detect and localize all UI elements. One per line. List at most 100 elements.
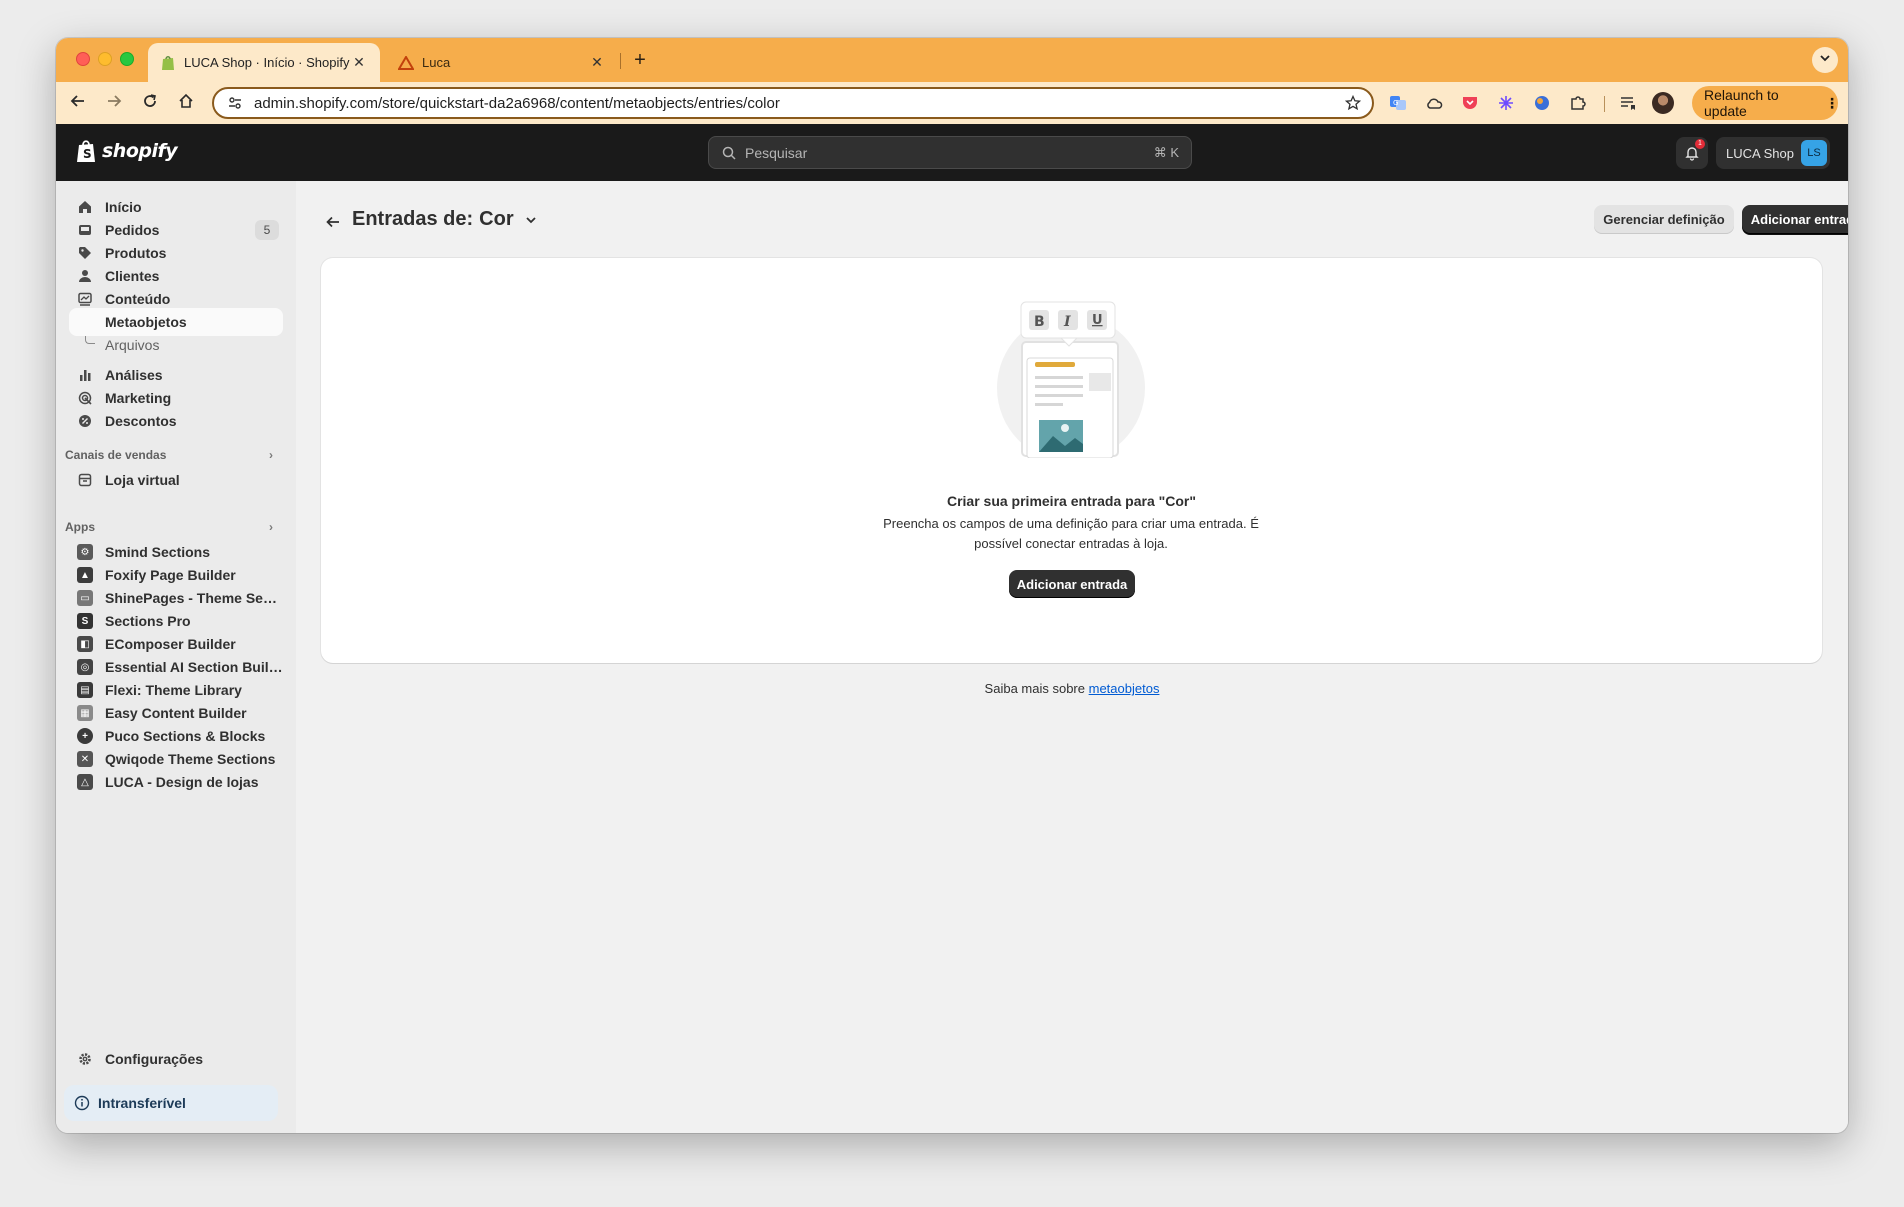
search-shortcut: ⌘ K <box>1153 144 1179 160</box>
shinepages-app-icon-tile: ▭ <box>77 590 93 606</box>
underline-icon: U <box>1092 313 1103 328</box>
sidebar-item-label: Configurações <box>105 1051 204 1067</box>
tab-shopify[interactable]: LUCA Shop · Início · Shopify ✕ <box>148 43 380 82</box>
new-tab-button[interactable]: + <box>628 49 652 73</box>
add-entry-button[interactable]: Adicionar entrada <box>1742 205 1848 234</box>
sidebar-item-label: LUCA - Design de lojas <box>105 774 259 790</box>
tab-luca[interactable]: Luca ✕ <box>386 43 618 82</box>
empty-state-card: B I U Criar sua primeira entrada para "C… <box>321 258 1822 663</box>
reload-button[interactable] <box>138 91 162 115</box>
page-title-prefix: Entradas de: <box>352 208 474 230</box>
help-prefix: Saiba mais sobre <box>984 681 1085 696</box>
close-window-button[interactable] <box>76 52 90 66</box>
pocket-extension-icon[interactable] <box>1458 91 1482 115</box>
puco-app-icon: + <box>77 728 93 744</box>
bookmark-star-icon[interactable] <box>1340 90 1366 116</box>
maximize-window-button[interactable] <box>120 52 134 66</box>
easy-content-app-icon: ▦ <box>77 705 93 721</box>
home-icon <box>77 199 93 215</box>
ecomposer-app-icon: ◧ <box>77 636 93 652</box>
close-tab-icon[interactable]: ✕ <box>588 54 606 71</box>
store-avatar: LS <box>1801 140 1827 166</box>
sidebar-item-label: Pedidos <box>105 222 160 238</box>
manage-definition-button[interactable]: Gerenciar definição <box>1594 205 1734 234</box>
help-link[interactable]: metaobjetos <box>1089 681 1160 696</box>
relaunch-label: Relaunch to update <box>1704 87 1779 119</box>
relaunch-button[interactable]: Relaunch to update ⋮ <box>1692 86 1839 120</box>
non-transferable-label: Intransferível <box>98 1095 186 1111</box>
orders-count-badge: 5 <box>255 220 279 240</box>
essential-app-icon-tile: ◎ <box>77 659 93 675</box>
home-button[interactable] <box>174 91 198 115</box>
sidebar-item-label: Sections Pro <box>105 613 191 629</box>
bold-icon: B <box>1034 314 1045 330</box>
address-bar[interactable]: admin.shopify.com/store/quickstart-da2a6… <box>212 87 1374 119</box>
shinepages-app-icon: ▭ <box>77 590 93 606</box>
shopify-logo[interactable]: S shopify <box>76 138 178 164</box>
store-menu-button[interactable]: LUCA Shop LS <box>1716 137 1830 169</box>
site-settings-icon[interactable] <box>224 92 246 114</box>
sidebar-item-configuracoes[interactable]: Configurações <box>69 1045 283 1073</box>
ai-extension-icon[interactable] <box>1494 91 1518 115</box>
sidebar-item-arquivos[interactable]: Arquivos <box>69 331 283 359</box>
forward-button[interactable] <box>102 91 126 115</box>
page-title: Entradas de: Cor <box>352 208 538 231</box>
sidebar-item-loja-virtual[interactable]: Loja virtual <box>69 466 283 494</box>
empty-state-add-entry-button[interactable]: Adicionar entrada <box>1009 570 1135 598</box>
discount-icon <box>77 413 93 429</box>
notifications-button[interactable]: 1 <box>1676 137 1708 169</box>
svg-text:G: G <box>1393 99 1398 107</box>
minimize-window-button[interactable] <box>98 52 112 66</box>
profile-avatar[interactable] <box>1652 92 1674 114</box>
sidebar-item-label: Flexi: Theme Library <box>105 682 242 698</box>
search-placeholder: Pesquisar <box>745 144 808 161</box>
sidebar-item-label: ShinePages - Theme Sect... <box>105 590 283 606</box>
back-button[interactable] <box>66 91 90 115</box>
shopify-wordmark: shopify <box>102 140 178 162</box>
reading-list-icon[interactable] <box>1616 91 1640 115</box>
url-text: admin.shopify.com/store/quickstart-da2a6… <box>254 94 780 112</box>
info-icon <box>74 1095 90 1111</box>
empty-state-illustration: B I U <box>997 301 1145 458</box>
page-title-type[interactable]: Cor <box>479 208 513 231</box>
section-heading-label: Canais de vendas <box>65 448 167 462</box>
tab-search-button[interactable] <box>1812 47 1838 73</box>
globe-extension-icon[interactable] <box>1530 91 1554 115</box>
sales-channels-heading[interactable]: Canais de vendas › <box>65 445 279 465</box>
translate-extension-icon[interactable]: G <box>1386 91 1410 115</box>
tab-title: LUCA Shop · Início · Shopify <box>184 55 350 70</box>
sidebar-item-label: Loja virtual <box>105 472 180 488</box>
browser-window: LUCA Shop · Início · Shopify ✕ Luca ✕ + <box>56 38 1848 1133</box>
extensions-puzzle-icon[interactable] <box>1566 91 1590 115</box>
easy-content-app-icon-tile: ▦ <box>77 705 93 721</box>
help-footer: Saiba mais sobre metaobjetos <box>296 681 1848 696</box>
svg-text:S: S <box>83 147 92 161</box>
non-transferable-banner[interactable]: Intransferível <box>64 1085 278 1121</box>
gear-icon <box>77 1051 93 1067</box>
sidebar-item-label: Conteúdo <box>105 291 171 307</box>
store-name: LUCA Shop <box>1726 145 1794 161</box>
sidebar-item-descontos[interactable]: Descontos <box>69 407 283 435</box>
chart-icon <box>77 367 93 383</box>
section-heading-label: Apps <box>65 520 95 534</box>
close-tab-icon[interactable]: ✕ <box>350 54 368 71</box>
smind-app-icon-tile: ⚙ <box>77 544 93 560</box>
cloud-extension-icon[interactable] <box>1422 91 1446 115</box>
sidebar-item-label: Análises <box>105 367 163 383</box>
sidebar-item-label: Clientes <box>105 268 160 284</box>
target-icon <box>77 390 93 406</box>
tab-bar: LUCA Shop · Início · Shopify ✕ Luca ✕ + <box>56 38 1848 82</box>
apps-heading[interactable]: Apps › <box>65 517 279 537</box>
more-vertical-icon: ⋮ <box>1825 94 1839 111</box>
tab-separator <box>620 53 621 69</box>
search-input[interactable]: Pesquisar ⌘ K <box>708 136 1192 169</box>
sidebar-app-luca[interactable]: △ LUCA - Design de lojas <box>69 768 283 796</box>
reload-icon <box>142 93 158 114</box>
chevron-right-icon: › <box>269 520 273 534</box>
chevron-down-icon[interactable] <box>524 213 538 227</box>
sidebar-item-label: Smind Sections <box>105 544 211 560</box>
foxify-app-icon: ▲ <box>77 567 93 583</box>
back-button[interactable] <box>322 211 344 233</box>
sections-pro-app-icon-tile: S <box>77 613 93 629</box>
shopify-favicon-icon <box>160 55 176 71</box>
